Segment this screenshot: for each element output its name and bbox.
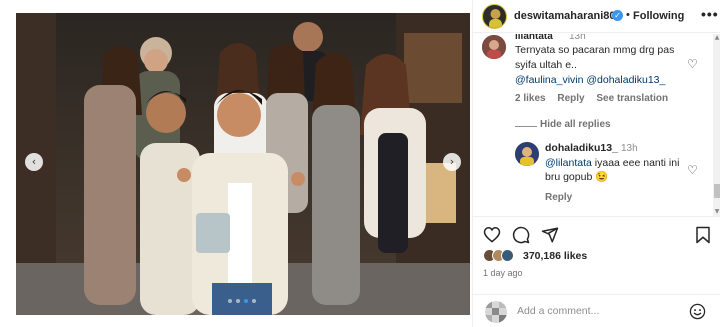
carousel-indicator xyxy=(228,299,256,303)
following-button[interactable]: Following xyxy=(633,10,684,22)
comments-scrollbar[interactable]: ▲ ▼ xyxy=(713,34,720,216)
mention-link[interactable]: @faulina_vivin xyxy=(515,74,583,86)
more-options-button[interactable]: ••• xyxy=(701,6,719,22)
comment-icon[interactable] xyxy=(512,226,530,249)
carousel-dot xyxy=(236,299,240,303)
replies-divider xyxy=(515,126,537,127)
reply-reply-button[interactable]: Reply xyxy=(545,192,572,203)
post-date[interactable]: 1 day ago xyxy=(483,268,523,278)
comment-text-line: Ternyata so pacaran mmg drg pas xyxy=(515,44,675,56)
commenter-avatar[interactable] xyxy=(482,35,506,59)
comment-reply-button[interactable]: Reply xyxy=(557,93,584,104)
comment-input[interactable] xyxy=(517,305,677,317)
bookmark-icon[interactable] xyxy=(695,226,711,249)
carousel-prev-button[interactable]: ‹ xyxy=(25,153,43,171)
instagram-post-view: ‹ › deswitamaharani80 ✓ • Following ••• … xyxy=(0,0,720,327)
mention-link[interactable]: @dohaladiku13_ xyxy=(586,74,665,86)
scroll-down-arrow-icon[interactable]: ▼ xyxy=(713,208,720,216)
liker-avatar xyxy=(501,249,514,262)
group-photo-illustration xyxy=(16,13,470,315)
heart-icon[interactable] xyxy=(483,226,501,248)
post-side-panel: deswitamaharani80 ✓ • Following ••• lila… xyxy=(472,0,720,327)
see-translation-button[interactable]: See translation xyxy=(596,93,668,104)
media-area: ‹ › xyxy=(0,0,472,327)
carousel-next-button[interactable]: › xyxy=(443,153,461,171)
comment-likes-count[interactable]: 2 likes xyxy=(515,93,546,104)
author-avatar[interactable] xyxy=(482,4,507,29)
likes-count[interactable]: 370,186 likes xyxy=(523,250,587,262)
verified-badge-icon: ✓ xyxy=(612,10,623,21)
post-photo[interactable] xyxy=(16,13,470,315)
current-user-avatar[interactable] xyxy=(485,301,507,323)
reply-text-line: bru gopub 😉 xyxy=(545,171,609,183)
post-header: deswitamaharani80 ✓ • Following ••• xyxy=(473,0,720,33)
comment-text-line: syifa ultah e.. xyxy=(515,59,577,71)
reply-author-avatar[interactable] xyxy=(515,142,539,166)
reply-meta: Reply xyxy=(545,192,581,203)
comment-mentions: @faulina_vivin @dohaladiku13_ xyxy=(515,73,665,88)
comments-list: lilantata 13h Ternyata so pacaran mmg dr… xyxy=(473,34,713,216)
scroll-up-arrow-icon[interactable]: ▲ xyxy=(713,34,720,42)
add-comment-bar xyxy=(473,294,720,327)
header-separator: • xyxy=(626,9,630,21)
reply-username[interactable]: dohaladiku13_ xyxy=(545,142,618,154)
comment-username[interactable]: lilantata xyxy=(515,34,553,42)
scrollbar-thumb[interactable] xyxy=(714,184,720,198)
share-icon[interactable] xyxy=(541,226,559,249)
mention-link[interactable]: @lilantata xyxy=(545,157,592,169)
emoji-icon[interactable] xyxy=(689,303,706,325)
reply-text: @lilantata iyaaa eee nanti ini bru gopub… xyxy=(545,156,695,184)
carousel-dot xyxy=(252,299,256,303)
comment-like-heart-icon[interactable]: ♡ xyxy=(687,57,698,71)
liker-avatars xyxy=(483,249,519,263)
reply-text-line: iyaaa eee nanti ini xyxy=(591,157,680,169)
comment-timestamp: 13h xyxy=(569,34,586,42)
reply-timestamp: 13h xyxy=(621,143,638,154)
hide-replies-button[interactable]: Hide all replies xyxy=(540,119,611,130)
carousel-dot-active xyxy=(244,299,248,303)
post-actions-bar xyxy=(473,216,720,248)
carousel-dot xyxy=(228,299,232,303)
reply-like-heart-icon[interactable]: ♡ xyxy=(687,163,698,177)
author-username[interactable]: deswitamaharani80 xyxy=(514,10,616,22)
comment-meta: 2 likes Reply See translation xyxy=(515,93,677,104)
